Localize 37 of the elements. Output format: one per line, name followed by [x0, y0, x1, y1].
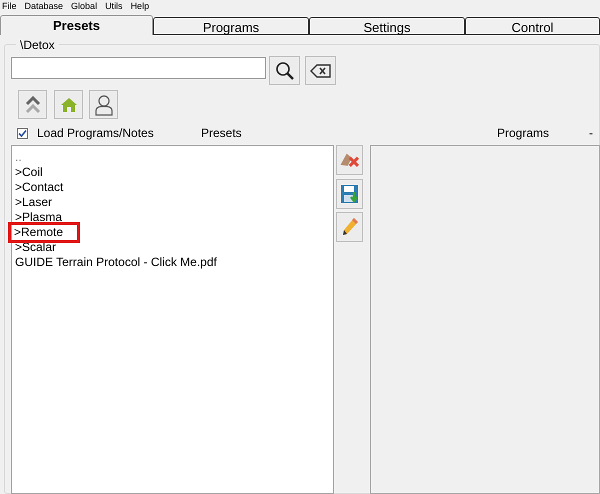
edit-button[interactable]	[336, 212, 363, 242]
menu-item[interactable]: Utils	[105, 0, 123, 14]
tab[interactable]: Control	[465, 17, 600, 35]
list-item[interactable]: ..	[15, 150, 22, 165]
list-item[interactable]: >Laser	[15, 195, 52, 210]
menu-item[interactable]: Database	[24, 0, 64, 14]
presets-listbox[interactable]	[11, 145, 334, 494]
delete-button[interactable]	[336, 145, 363, 175]
list-item[interactable]: >Coil	[15, 165, 43, 180]
tab[interactable]: Settings	[309, 17, 465, 35]
double-chevron-up-icon	[24, 94, 40, 114]
user-button[interactable]	[89, 90, 118, 119]
list-item[interactable]: >Remote	[11, 225, 78, 240]
programs-label: Programs	[497, 125, 550, 142]
list-item[interactable]: >Scalar	[15, 240, 56, 255]
list-item[interactable]: >Contact	[15, 180, 64, 195]
search-field[interactable]	[11, 57, 266, 79]
home-icon	[60, 96, 78, 112]
menu-item[interactable]: File	[2, 0, 17, 14]
save-button[interactable]	[336, 179, 363, 209]
menu-item[interactable]: Global	[71, 0, 98, 14]
tab[interactable]: Presets	[0, 15, 153, 35]
programs-dash: -	[589, 125, 593, 142]
up-button[interactable]	[18, 90, 47, 119]
checkbox-label: Load Programs/Notes	[37, 125, 154, 142]
tab[interactable]: Programs	[153, 17, 309, 35]
presets-label: Presets	[201, 125, 242, 142]
broom-delete-icon	[340, 153, 359, 167]
search-icon	[274, 60, 294, 80]
search-button[interactable]	[269, 56, 300, 85]
clear-button[interactable]	[305, 56, 336, 85]
menu-item[interactable]: Help	[130, 0, 150, 14]
list-item[interactable]: GUIDE Terrain Protocol - Click Me.pdf	[15, 255, 217, 270]
load-programs-checkbox[interactable]	[17, 128, 28, 138]
backspace-icon	[310, 62, 332, 78]
list-item[interactable]: >Plasma	[15, 210, 62, 225]
user-icon	[94, 94, 114, 116]
